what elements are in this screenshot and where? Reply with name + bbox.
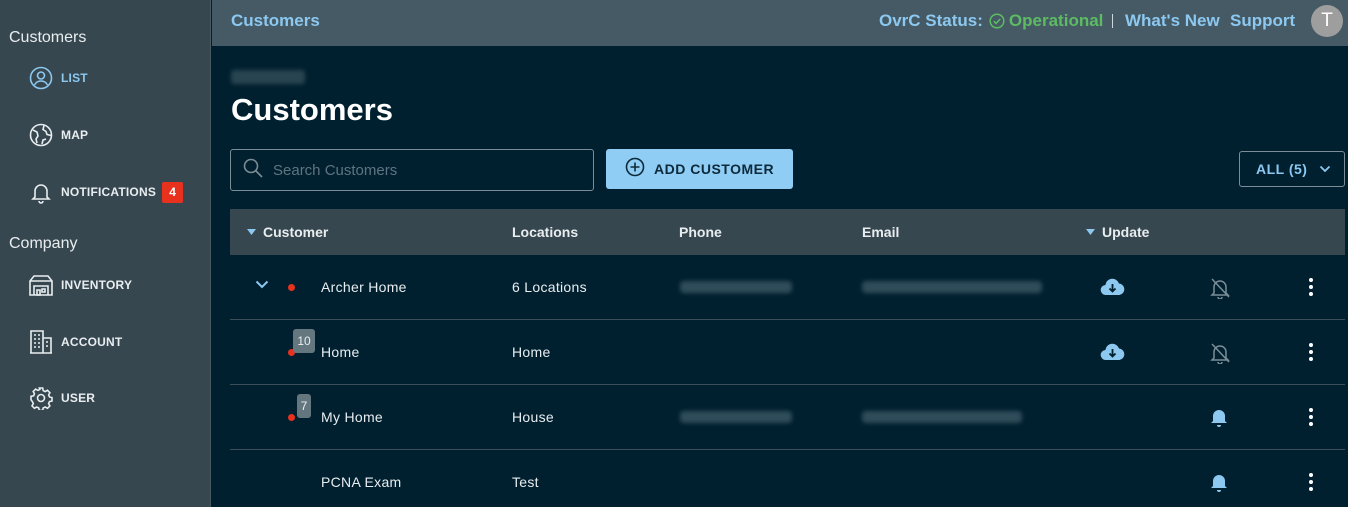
warehouse-icon — [28, 272, 54, 298]
column-header-label: Phone — [679, 224, 722, 240]
column-header-label: Locations — [512, 224, 579, 240]
filter-dropdown[interactable]: ALL (5) — [1239, 151, 1345, 187]
customer-name[interactable]: Archer Home — [321, 279, 407, 295]
bell-off-icon[interactable] — [1210, 342, 1230, 364]
search-icon — [243, 158, 263, 183]
column-header-phone[interactable]: Phone — [679, 224, 722, 240]
bell-icon — [28, 179, 54, 205]
customer-name[interactable]: My Home — [321, 409, 383, 425]
sidebar: Customers LIST MAP NOTIFICATIONS 4 Compa… — [0, 0, 211, 507]
ovrc-status[interactable]: OvrC Status: Operational — [879, 11, 1103, 31]
sidebar-section-customers: Customers — [9, 29, 87, 46]
bell-icon[interactable] — [1210, 472, 1228, 492]
plus-circle-icon — [625, 157, 645, 182]
user-circle-icon — [28, 65, 54, 91]
status-value: Operational — [989, 11, 1103, 31]
app-root: Customers LIST MAP NOTIFICATIONS 4 Compa… — [0, 0, 1348, 507]
chevron-down-icon — [1320, 165, 1331, 173]
column-header-label: Update — [1102, 224, 1150, 240]
sidebar-section-company: Company — [9, 235, 78, 252]
cloud-download-icon[interactable] — [1100, 277, 1125, 297]
customer-name[interactable]: PCNA Exam — [321, 474, 402, 490]
location-cell: Test — [512, 474, 539, 490]
blurred-subtitle — [231, 70, 305, 84]
gear-icon — [28, 385, 54, 411]
column-header-label: Email — [862, 224, 900, 240]
status-label: OvrC Status: — [879, 11, 983, 30]
blurred-phone — [680, 281, 792, 293]
bell-icon[interactable] — [1210, 407, 1228, 427]
more-vertical-icon[interactable] — [1308, 342, 1314, 362]
notifications-count-badge: 4 — [162, 181, 184, 203]
column-header-email[interactable]: Email — [862, 224, 899, 240]
sidebar-item-inventory[interactable]: INVENTORY — [28, 271, 132, 299]
column-header-locations[interactable]: Locations — [512, 224, 578, 240]
table-header: Customer Locations Phone Email Update — [230, 209, 1345, 255]
top-bar: Customers OvrC Status: Operational What'… — [212, 0, 1348, 46]
check-circle-icon — [989, 13, 1005, 29]
filter-label: ALL (5) — [1256, 161, 1308, 177]
expand-chevron-icon[interactable] — [255, 280, 269, 289]
building-icon — [28, 329, 54, 355]
count-badge: 7 — [297, 394, 311, 418]
column-header-label: Customer — [263, 224, 329, 240]
customer-name[interactable]: Home — [321, 344, 360, 360]
support-link[interactable]: Support — [1230, 11, 1295, 31]
add-customer-label: ADD CUSTOMER — [654, 161, 775, 177]
search-input[interactable] — [273, 161, 573, 179]
sidebar-item-label: NOTIFICATIONS — [61, 185, 157, 199]
count-badge: 10 — [293, 329, 315, 353]
blurred-email — [862, 411, 1022, 423]
sort-down-icon — [247, 229, 256, 235]
location-cell: Home — [512, 344, 551, 360]
column-header-customer[interactable]: Customer — [247, 224, 328, 240]
sidebar-item-label: INVENTORY — [61, 278, 133, 292]
add-customer-button[interactable]: ADD CUSTOMER — [606, 149, 793, 189]
location-cell: House — [512, 409, 554, 425]
sidebar-item-account[interactable]: ACCOUNT — [28, 328, 122, 356]
sort-down-icon — [1086, 229, 1095, 235]
sidebar-item-label: MAP — [61, 128, 89, 142]
location-cell: 6 Locations — [512, 279, 587, 295]
breadcrumb[interactable]: Customers — [231, 11, 320, 31]
sidebar-item-label: ACCOUNT — [61, 335, 123, 349]
sidebar-item-map[interactable]: MAP — [28, 121, 88, 149]
sidebar-item-user[interactable]: USER — [28, 384, 95, 412]
table-row[interactable]: 7 My Home House — [230, 385, 1345, 450]
whats-new-link[interactable]: What's New — [1125, 11, 1220, 31]
more-vertical-icon[interactable] — [1308, 472, 1314, 492]
sidebar-item-label: LIST — [61, 71, 88, 85]
more-vertical-icon[interactable] — [1308, 277, 1314, 297]
column-header-update[interactable]: Update — [1086, 224, 1149, 240]
table-row[interactable]: PCNA Exam Test — [230, 450, 1345, 507]
globe-icon — [28, 122, 54, 148]
page-title: Customers — [231, 92, 393, 127]
blurred-phone — [680, 411, 792, 423]
table-row[interactable]: Archer Home 6 Locations — [230, 255, 1345, 320]
status-value-text: Operational — [1008, 11, 1104, 30]
search-box[interactable] — [230, 149, 594, 191]
avatar[interactable]: T — [1311, 5, 1343, 37]
status-dot — [288, 414, 295, 421]
sidebar-item-label: USER — [61, 391, 96, 405]
blurred-email — [862, 281, 1042, 293]
sidebar-item-notifications[interactable]: NOTIFICATIONS 4 — [28, 178, 184, 206]
bell-off-icon[interactable] — [1210, 277, 1230, 299]
table-row[interactable]: 10 Home Home — [230, 320, 1345, 385]
sidebar-item-list[interactable]: LIST — [28, 64, 88, 92]
more-vertical-icon[interactable] — [1308, 407, 1314, 427]
divider — [1112, 14, 1113, 28]
status-dot — [288, 284, 295, 291]
cloud-download-icon[interactable] — [1100, 342, 1125, 362]
